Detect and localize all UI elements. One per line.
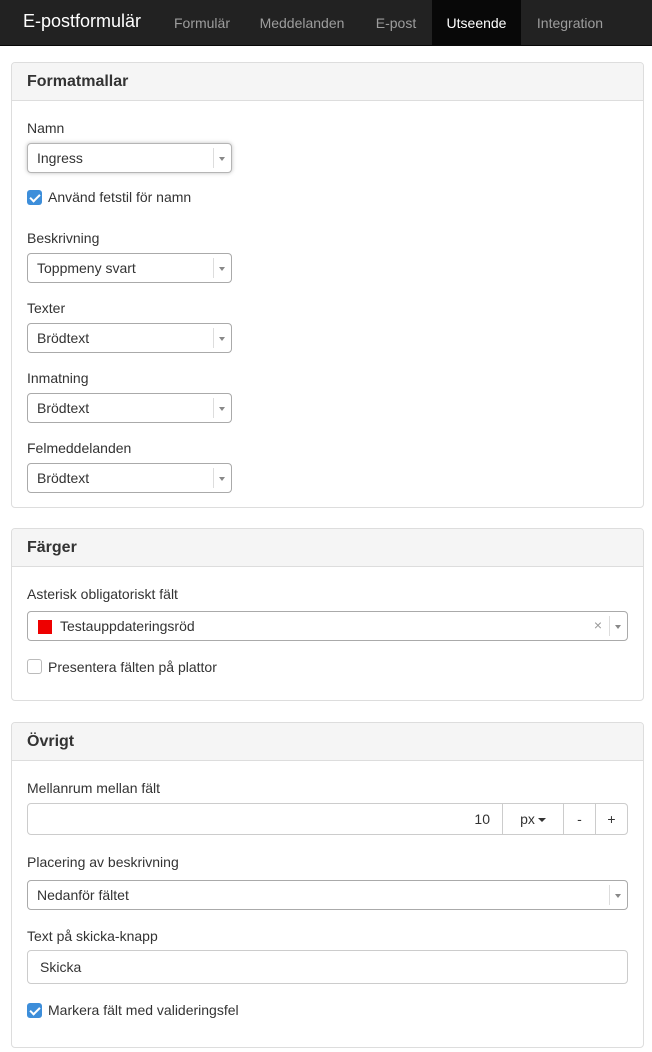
texts-label: Texter	[27, 300, 66, 316]
panel-farger: Färger Asterisk obligatoriskt fält Testa…	[11, 528, 644, 701]
tab-utseende[interactable]: Utseende	[432, 0, 521, 46]
tab-e-post[interactable]: E-post	[360, 0, 432, 46]
chevron-down-icon	[219, 267, 225, 271]
select-separator	[609, 885, 610, 905]
errors-select[interactable]: Brödtext	[27, 463, 232, 493]
select-separator	[213, 398, 214, 418]
name-select[interactable]: Ingress	[27, 143, 232, 173]
chevron-down-icon	[219, 337, 225, 341]
asterisk-color-value: Testauppdateringsröd	[60, 618, 195, 634]
submit-text-input[interactable]: Skicka	[27, 950, 628, 984]
decrement-button[interactable]: -	[563, 803, 596, 835]
description-label: Beskrivning	[27, 230, 100, 246]
panel-formatmallar: Formatmallar Namn Ingress Använd fetstil…	[11, 62, 644, 508]
mark-errors-checkbox[interactable]	[27, 1003, 42, 1018]
errors-label: Felmeddelanden	[27, 440, 132, 456]
spacing-label: Mellanrum mellan fält	[27, 780, 161, 796]
panel-heading: Övrigt	[12, 723, 643, 761]
tab-formular[interactable]: Formulär	[160, 0, 244, 46]
spacing-input[interactable]: 10	[27, 803, 503, 835]
asterisk-color-label: Asterisk obligatoriskt fält	[27, 586, 178, 602]
unit-dropdown-button[interactable]: px	[502, 803, 564, 835]
description-select[interactable]: Toppmeny svart	[27, 253, 232, 283]
chevron-down-icon	[219, 477, 225, 481]
caret-down-icon	[537, 818, 546, 823]
select-separator	[213, 148, 214, 168]
panel-title: Övrigt	[27, 733, 75, 750]
select-separator	[609, 616, 610, 636]
bold-name-label[interactable]: Använd fetstil för namn	[48, 189, 191, 205]
texts-select-value: Brödtext	[37, 330, 90, 346]
desc-placement-select[interactable]: Nedanför fältet	[27, 880, 628, 910]
minus-label: -	[577, 811, 582, 827]
tab-integration[interactable]: Integration	[521, 0, 619, 46]
desc-placement-value: Nedanför fältet	[37, 887, 129, 903]
panel-ovrigt: Övrigt Mellanrum mellan fält 10 px - + P…	[11, 722, 644, 1048]
input-select-value: Brödtext	[37, 400, 90, 416]
chevron-down-icon	[615, 894, 621, 898]
panel-title: Färger	[27, 539, 77, 556]
select-separator	[213, 328, 214, 348]
input-select[interactable]: Brödtext	[27, 393, 232, 423]
desc-placement-label: Placering av beskrivning	[27, 854, 179, 870]
select-separator	[213, 468, 214, 488]
chevron-down-icon	[219, 407, 225, 411]
input-label: Inmatning	[27, 370, 89, 386]
color-swatch	[38, 620, 52, 634]
brand-title[interactable]: E-postformulär	[23, 11, 141, 32]
tiles-checkbox[interactable]	[27, 659, 42, 674]
panel-heading: Färger	[12, 529, 643, 567]
bold-name-checkbox[interactable]	[27, 190, 42, 205]
description-select-value: Toppmeny svart	[37, 260, 136, 276]
submit-text-value: Skicka	[40, 959, 82, 975]
submit-text-label: Text på skicka-knapp	[27, 928, 158, 944]
panel-heading: Formatmallar	[12, 63, 643, 101]
select-separator	[213, 258, 214, 278]
unit-label: px	[520, 811, 535, 827]
increment-button[interactable]: +	[595, 803, 628, 835]
spacing-value: 10	[474, 811, 490, 827]
chevron-down-icon	[615, 625, 621, 629]
asterisk-color-select[interactable]: Testauppdateringsröd ×	[27, 611, 628, 641]
panel-title: Formatmallar	[27, 73, 129, 90]
tiles-label[interactable]: Presentera fälten på plattor	[48, 659, 217, 675]
chevron-down-icon	[219, 157, 225, 161]
clear-icon[interactable]: ×	[594, 617, 602, 633]
plus-label: +	[607, 811, 616, 827]
top-navbar: E-postformulär Formulär Meddelanden E-po…	[0, 0, 652, 46]
mark-errors-label[interactable]: Markera fält med valideringsfel	[48, 1002, 239, 1018]
name-select-value: Ingress	[37, 150, 83, 166]
texts-select[interactable]: Brödtext	[27, 323, 232, 353]
errors-select-value: Brödtext	[37, 470, 90, 486]
name-label: Namn	[27, 120, 65, 136]
tab-meddelanden[interactable]: Meddelanden	[244, 0, 360, 46]
